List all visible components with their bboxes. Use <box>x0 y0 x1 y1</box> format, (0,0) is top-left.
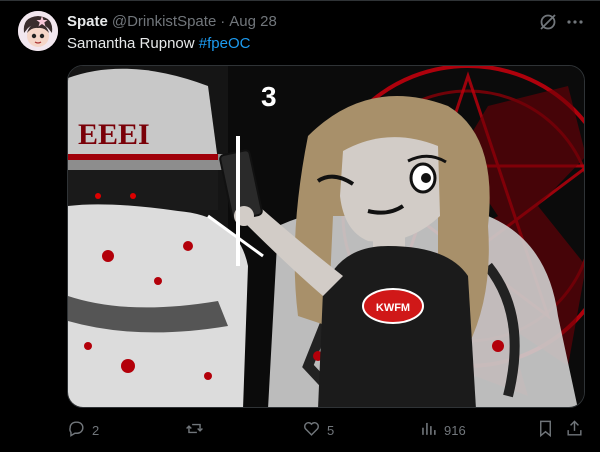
tweet-media[interactable]: EEEI 3 KWFM <box>67 65 585 408</box>
hashtag-link[interactable]: #fpeOC <box>199 35 251 52</box>
media-illustration: EEEI 3 KWFM <box>68 66 584 407</box>
tweet-text: Samantha Rupnow #fpeOC <box>67 34 250 54</box>
like-icon <box>302 419 321 441</box>
views-icon <box>419 419 438 441</box>
reply-count: 2 <box>92 422 100 438</box>
media-number: 3 <box>261 81 277 112</box>
shirt-logo: KWFM <box>376 302 410 314</box>
author-name[interactable]: Spate <box>67 13 108 30</box>
views-count: 916 <box>444 422 466 438</box>
top-divider <box>0 0 600 1</box>
more-icon[interactable] <box>565 12 585 32</box>
tweet-header: Spate @DrinkistSpate · Aug 28 <box>67 11 537 31</box>
author-handle[interactable]: @DrinkistSpate <box>112 13 216 30</box>
bookmark-icon <box>536 419 555 441</box>
share-button[interactable] <box>565 418 584 442</box>
retweet-icon <box>185 419 204 441</box>
tweet-actions: 2 5 916 <box>67 418 587 442</box>
tweet-text-body: Samantha Rupnow <box>67 35 199 52</box>
retweet-button[interactable] <box>185 418 210 442</box>
hat-text: EEEI <box>78 118 150 151</box>
views-button[interactable]: 916 <box>419 418 466 442</box>
tweet-date[interactable]: Aug 28 <box>229 13 277 30</box>
header-separator: · <box>220 12 226 30</box>
avatar[interactable] <box>18 11 58 51</box>
bookmark-button[interactable] <box>536 418 555 442</box>
grok-icon[interactable] <box>538 12 558 32</box>
avatar-image <box>18 11 58 51</box>
like-button[interactable]: 5 <box>302 418 334 442</box>
reply-icon <box>67 419 86 441</box>
like-count: 5 <box>327 422 335 438</box>
share-icon <box>565 419 584 441</box>
reply-button[interactable]: 2 <box>67 418 99 442</box>
